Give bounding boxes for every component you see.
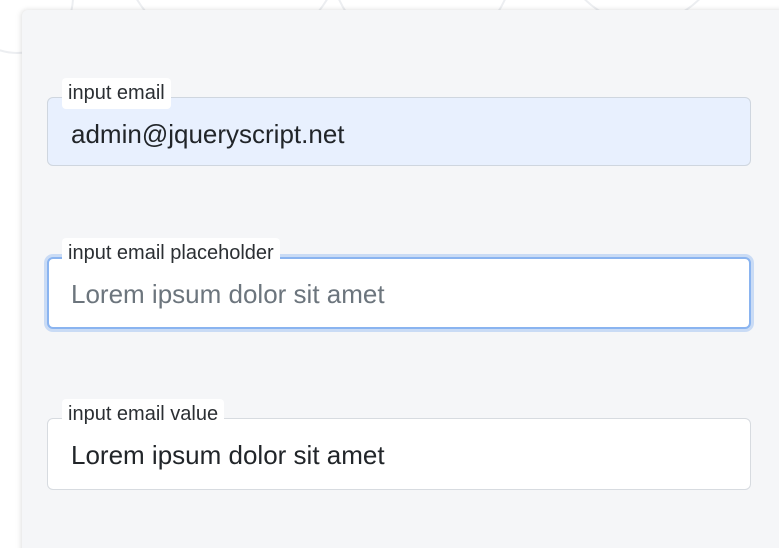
email-placeholder-field-group: input email placeholder (47, 238, 751, 329)
email-field-label: input email (62, 78, 171, 109)
email-input[interactable] (71, 116, 734, 152)
email-field-group: input email (47, 78, 751, 166)
email-value-input[interactable] (71, 437, 734, 473)
email-placeholder-field-label: input email placeholder (62, 238, 280, 269)
email-placeholder-input[interactable] (71, 276, 733, 312)
page: input email input email placeholder inpu… (0, 0, 779, 548)
email-value-field-group: input email value (47, 399, 751, 490)
email-value-field-label: input email value (62, 399, 225, 430)
